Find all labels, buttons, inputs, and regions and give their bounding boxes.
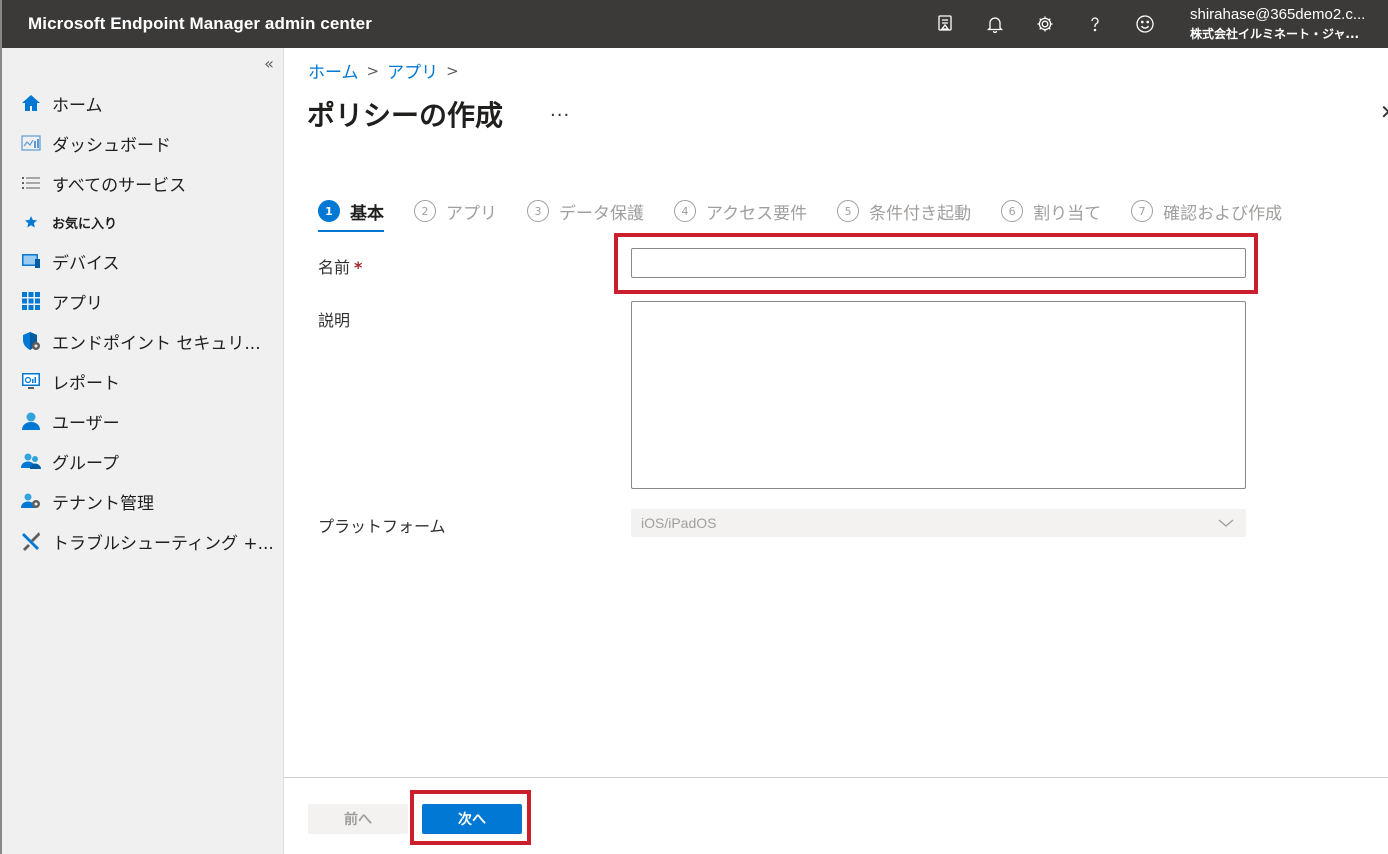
step-review-create-tab[interactable]: 7 確認および作成 [1131,197,1282,225]
sidebar-item-label: ホーム [52,95,103,116]
step-label: データ保護 [559,203,644,224]
chevron-down-icon [1218,519,1234,527]
help-question-icon[interactable] [1070,0,1120,48]
platform-selected-value: iOS/iPadOS [641,515,717,531]
name-label: 名前 * [318,254,362,278]
step-number: 1 [318,200,340,222]
feedback-smiley-icon[interactable] [1120,0,1170,48]
step-number: 6 [1001,200,1024,222]
step-label: 条件付き起動 [869,203,972,224]
next-button[interactable]: 次へ [422,804,522,834]
breadcrumb-chevron-icon: > [446,61,459,80]
step-label: 割り当て [1033,203,1102,224]
platform-label: プラットフォーム [318,517,446,536]
breadcrumb-chevron-icon: > [366,61,380,80]
description-label: 説明 [318,311,351,330]
step-label: 基本 [350,203,384,224]
step-number: 3 [527,200,549,222]
app-title[interactable]: Microsoft Endpoint Manager admin center [2,14,372,34]
group-icon [20,450,46,472]
sidebar-nav: ホーム ダッシュボード すべてのサービス お気に入り デバイス アプリ エンドポ… [2,83,284,561]
required-asterisk: * [354,258,363,277]
step-conditional-launch-tab[interactable]: 5 条件付き起動 [837,197,971,225]
sidebar-favorites-header: お気に入り [2,203,284,241]
breadcrumb-home-link[interactable]: ホーム [308,58,359,83]
devices-icon [20,250,46,272]
collapse-sidebar-button[interactable]: « [260,54,278,76]
notifications-bell-icon[interactable] [970,0,1020,48]
reports-icon [20,370,46,392]
sidebar-item-troubleshooting[interactable]: トラブルシューティング +... [2,521,284,561]
top-toolbar [920,0,1170,48]
sidebar-item-label: レポート [52,373,120,394]
step-assignments-tab[interactable]: 6 割り当て [1001,197,1101,225]
name-input[interactable] [631,248,1246,278]
step-number: 4 [674,200,696,222]
tenant-admin-icon [20,490,46,512]
sidebar-item-label: テナント管理 [52,493,154,514]
user-icon [20,410,46,432]
step-number: 5 [837,200,860,222]
sidebar-item-endpoint-security[interactable]: エンドポイント セキュリ... [2,321,284,361]
sidebar-item-all-services[interactable]: すべてのサービス [2,163,284,203]
more-options-button[interactable]: ... [550,100,570,121]
platform-dropdown[interactable]: iOS/iPadOS [631,509,1246,537]
sidebar-item-label: グループ [52,453,119,474]
sidebar-item-users[interactable]: ユーザー [2,401,284,441]
sidebar-item-home[interactable]: ホーム [2,83,284,123]
account-email: shirahase@365demo2.c... [1190,6,1366,23]
sidebar-item-label: デバイス [52,253,120,274]
apps-grid-icon [20,290,46,312]
sidebar-item-label: ダッシュボード [52,135,171,156]
step-number: 7 [1131,200,1154,222]
sidebar-item-groups[interactable]: グループ [2,441,284,481]
step-data-protection-tab[interactable]: 3 データ保護 [527,197,644,225]
top-bar: Microsoft Endpoint Manager admin center … [0,0,1388,48]
name-label-text: 名前 [318,258,351,277]
breadcrumb-apps-link[interactable]: アプリ [387,58,438,83]
step-label: アプリ [446,203,497,224]
sidebar-item-label: ユーザー [52,413,120,434]
star-icon [20,211,46,233]
dashboard-icon [20,132,46,154]
step-label: アクセス要件 [706,203,808,224]
previous-button[interactable]: 前へ [308,804,408,834]
sidebar-item-label: お気に入り [52,216,118,232]
step-apps-tab[interactable]: 2 アプリ [414,197,497,225]
settings-gear-icon[interactable] [1020,0,1070,48]
account-menu[interactable]: shirahase@365demo2.c... 株式会社イルミネート・ジャ... [1190,5,1388,43]
close-icon[interactable]: ✕ [1380,100,1388,124]
home-icon [20,92,46,114]
step-access-requirements-tab[interactable]: 4 アクセス要件 [674,197,807,225]
sidebar-item-label: アプリ [52,293,103,314]
sidebar: « ホーム ダッシュボード すべてのサービス お気に入り デバイス アプリ エン… [0,48,284,854]
sidebar-item-apps[interactable]: アプリ [2,281,284,321]
sidebar-item-label: すべてのサービス [52,175,187,196]
sidebar-item-dashboard[interactable]: ダッシュボード [2,123,284,163]
step-label: 確認および作成 [1163,203,1283,224]
feedback-filter-icon[interactable] [920,0,970,48]
breadcrumb: ホーム > アプリ > [308,58,467,84]
sidebar-item-label: エンドポイント セキュリ... [52,333,261,354]
description-textarea[interactable] [631,301,1246,489]
page-title: ポリシーの作成 [307,99,504,132]
tools-icon [20,530,46,552]
step-basics-tab[interactable]: 1 基本 [318,197,384,232]
sidebar-item-devices[interactable]: デバイス [2,241,284,281]
sidebar-item-reports[interactable]: レポート [2,361,284,401]
sidebar-item-tenant-admin[interactable]: テナント管理 [2,481,284,521]
shield-icon [20,330,46,352]
wizard-steps: 1 基本 2 アプリ 3 データ保護 4 アクセス要件 5 条件付き起動 6 割… [318,197,1282,232]
list-icon [20,172,46,194]
step-number: 2 [414,200,436,222]
account-org: 株式会社イルミネート・ジャ... [1190,27,1360,41]
sidebar-item-label: トラブルシューティング +... [52,533,274,554]
